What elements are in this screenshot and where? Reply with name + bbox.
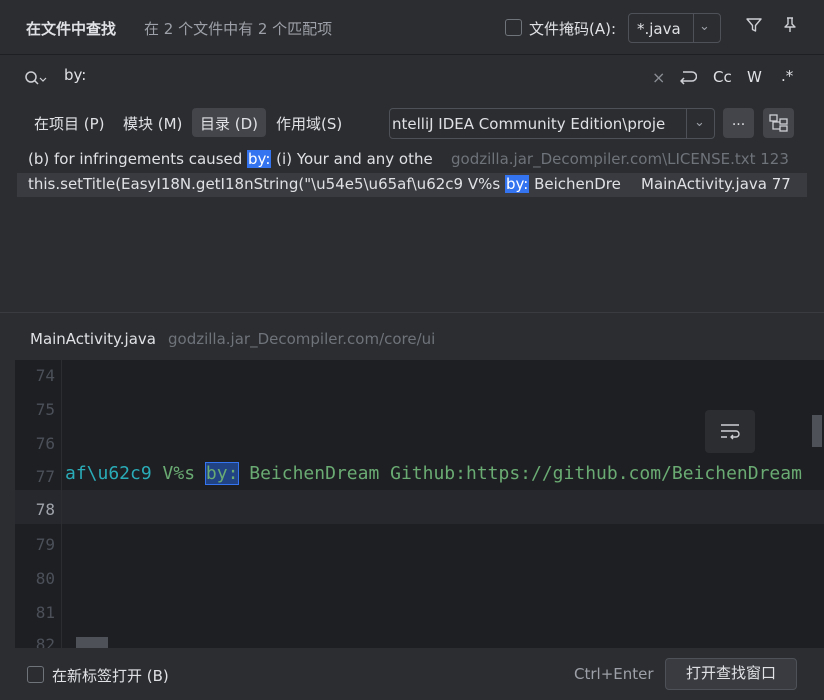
line-number: 82 (35, 635, 55, 648)
search-input[interactable]: by: (64, 66, 86, 84)
close-icon[interactable]: × (652, 68, 665, 87)
code-mid: V%s (151, 463, 206, 484)
file-mask-combo[interactable]: *.java ⌄ (628, 13, 721, 43)
scope-row: 在项目 (P) 模块 (M) 目录 (D) 作用域(S) ntelliJ IDE… (0, 100, 824, 148)
dialog-footer: 在新标签打开 (B) Ctrl+Enter 打开查找窗口 (0, 648, 824, 700)
file-mask-label: 文件掩码(A): (529, 20, 617, 38)
scope-tab-project[interactable]: 在项目 (P) (26, 108, 113, 137)
code-escape: af\u62c9 (65, 463, 152, 484)
search-icon[interactable] (24, 69, 48, 91)
result-file: godzilla.jar_Decompiler.com\LICENSE.txt … (451, 150, 789, 168)
chevron-down-icon[interactable]: ⌄ (699, 19, 710, 34)
browse-button[interactable]: ... (723, 108, 754, 138)
scope-tab-directory[interactable]: 目录 (D) (192, 108, 267, 137)
result-code: this.setTitle(EasyI18N.getI18nString("\u… (28, 175, 621, 193)
match-highlight: by: (504, 175, 530, 193)
code-preview-editor[interactable]: 74 75 76 77 78 79 80 81 82 af\u62c9 V%s … (15, 360, 824, 648)
vertical-scrollbar[interactable] (812, 415, 822, 447)
preview-file-name: MainActivity.java (30, 330, 156, 348)
line-number: 75 (35, 400, 55, 419)
code-after: BeichenDream Github:https://github.com/B… (238, 463, 802, 484)
results-list: (b) for infringements caused by: (i) You… (0, 148, 824, 313)
scope-tab-scope[interactable]: 作用域(S) (268, 108, 350, 137)
line-number: 79 (35, 535, 55, 554)
preview-file-path: godzilla.jar_Decompiler.com/core/ui (168, 330, 436, 348)
chevron-down-icon[interactable]: ⌄ (694, 115, 705, 130)
directory-combo[interactable]: ntelliJ IDEA Community Edition\proje ⌄ (389, 108, 715, 139)
whole-words-button[interactable]: W (747, 68, 762, 86)
new-line-icon[interactable] (677, 68, 698, 90)
line-number: 76 (35, 434, 55, 453)
match-highlight: by: (247, 150, 272, 168)
combo-divider (686, 109, 687, 138)
current-line-highlight (15, 490, 824, 524)
result-code: (b) for infringements caused by: (i) You… (28, 150, 433, 168)
scope-tab-module[interactable]: 模块 (M) (115, 108, 190, 137)
line-number: 77 (35, 467, 55, 486)
open-in-new-tab-label: 在新标签打开 (B) (52, 667, 169, 685)
directory-value: ntelliJ IDEA Community Edition\proje (392, 115, 666, 133)
gutter-divider (61, 360, 62, 648)
result-file: MainActivity.java 77 (637, 175, 791, 193)
preview-header: MainActivity.java godzilla.jar_Decompile… (0, 314, 824, 360)
match-case-button[interactable]: Cc (713, 68, 732, 86)
combo-divider (693, 14, 694, 42)
dialog-header: 在文件中查找 在 2 个文件中有 2 个匹配项 文件掩码(A): *.java … (0, 0, 824, 54)
soft-wrap-icon[interactable] (705, 410, 755, 453)
line-number: 78 (35, 500, 55, 519)
regex-button[interactable]: .* (781, 67, 793, 85)
file-mask-value: *.java (637, 20, 681, 38)
open-find-window-button[interactable]: 打开查找窗口 (665, 658, 797, 690)
dialog-title: 在文件中查找 (26, 20, 117, 38)
shortcut-hint: Ctrl+Enter (574, 665, 654, 683)
line-number: 81 (35, 603, 55, 622)
search-row: by: × Cc W .* (0, 54, 824, 100)
line-number: 80 (35, 569, 55, 588)
file-mask-checkbox[interactable] (505, 19, 522, 36)
filter-icon[interactable] (745, 16, 763, 38)
result-row-selected[interactable]: this.setTitle(EasyI18N.getI18nString("\u… (17, 173, 807, 197)
horizontal-scrollbar[interactable] (76, 637, 108, 648)
code-match-highlight: by: (204, 462, 240, 485)
line-number: 74 (35, 366, 55, 385)
result-row[interactable]: (b) for infringements caused by: (i) You… (17, 148, 807, 172)
recursive-tree-icon[interactable] (763, 108, 794, 138)
open-in-new-tab-checkbox[interactable] (27, 666, 44, 683)
pin-icon[interactable] (781, 16, 799, 38)
match-summary: 在 2 个文件中有 2 个匹配项 (144, 20, 333, 38)
code-line: af\u62c9 V%s by: BeichenDream Github:htt… (65, 462, 802, 485)
